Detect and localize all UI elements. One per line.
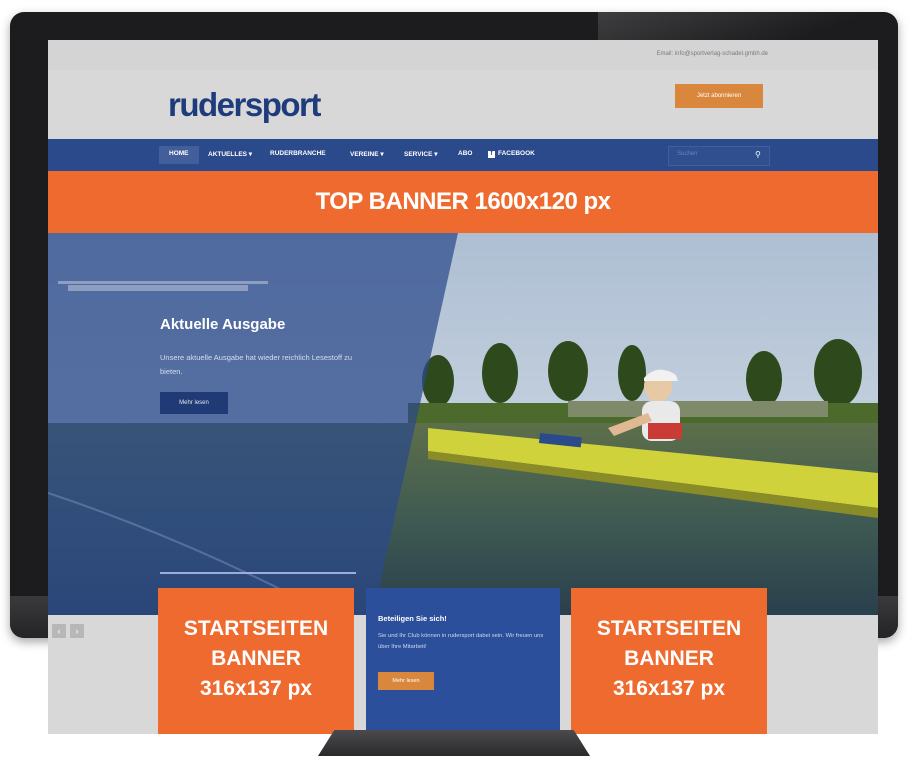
topbar-email[interactable]: Email: info@sportverlag-schadel.gmbh.de [657, 51, 768, 57]
banner-left-line3: 316x137 px [199, 677, 313, 700]
top-banner-ad[interactable]: TOP BANNER 1600x120 px [48, 171, 878, 233]
main-navigation: HOME AKTUELLES ▾ RUDERBRANCHE VEREINE ▾ … [48, 139, 878, 171]
hero-read-more-button[interactable]: Mehr lesen [160, 392, 228, 414]
site-header: rudersport Jetzt abonnieren [48, 70, 878, 142]
promo-box: Beteiligen Sie sich! Sie und Ihr Club kö… [366, 588, 560, 734]
promo-read-more-button[interactable]: Mehr lesen [378, 672, 434, 690]
search-icon[interactable]: ⚲ [755, 150, 761, 159]
slider-next-button[interactable]: › [70, 624, 84, 638]
top-banner-label: TOP BANNER 1600x120 px [315, 188, 611, 215]
banner-right-line2: BANNER [624, 647, 714, 670]
nav-item-vereine[interactable]: VEREINE ▾ [350, 150, 384, 158]
hero-text: Unsere aktuelle Ausgabe hat wieder reich… [160, 353, 353, 376]
hero-title: Aktuelle Ausgabe [160, 316, 286, 333]
hero-blue-overlay [48, 233, 458, 615]
slider-progress-bar [160, 572, 356, 574]
facebook-icon: f [488, 151, 495, 158]
nav-item-home-label: HOME [169, 150, 189, 157]
monitor-stand [318, 730, 590, 756]
nav-item-home[interactable]: HOME [159, 146, 199, 164]
banner-left-line1: STARTSEITEN [183, 617, 329, 640]
top-bar: Email: info@sportverlag-schadel.gmbh.de [48, 40, 878, 71]
search-input[interactable]: Suchen ⚲ [668, 146, 770, 166]
slider-prev-button[interactable]: ‹ [52, 624, 66, 638]
search-placeholder: Suchen [677, 151, 698, 157]
nav-item-abo[interactable]: ABO [458, 150, 472, 157]
nav-item-facebook-label: FACEBOOK [498, 150, 535, 157]
banner-right-line3: 316x137 px [612, 677, 726, 700]
promo-text: Sie und Ihr Club können in rudersport da… [378, 633, 544, 650]
subscribe-button[interactable]: Jetzt abonnieren [675, 84, 763, 108]
promo-title: Beteiligen Sie sich! [378, 614, 447, 623]
site-logo[interactable]: rudersport [168, 86, 321, 124]
nav-item-aktuelles[interactable]: AKTUELLES ▾ [208, 150, 252, 158]
nav-item-ruderbranche[interactable]: RUDERBRANCHE [270, 150, 326, 157]
startseiten-banner-left[interactable]: STARTSEITEN BANNER 316x137 px [158, 588, 354, 734]
website-screen: Email: info@sportverlag-schadel.gmbh.de … [48, 40, 878, 734]
startseiten-banner-right[interactable]: STARTSEITEN BANNER 316x137 px [571, 588, 767, 734]
hero-slider: Aktuelle Ausgabe Unsere aktuelle Ausgabe… [48, 233, 878, 615]
nav-item-facebook[interactable]: f FACEBOOK [488, 150, 535, 158]
banner-right-line1: STARTSEITEN [596, 617, 742, 640]
banner-left-line2: BANNER [211, 647, 301, 670]
nav-item-service[interactable]: SERVICE ▾ [404, 150, 438, 158]
